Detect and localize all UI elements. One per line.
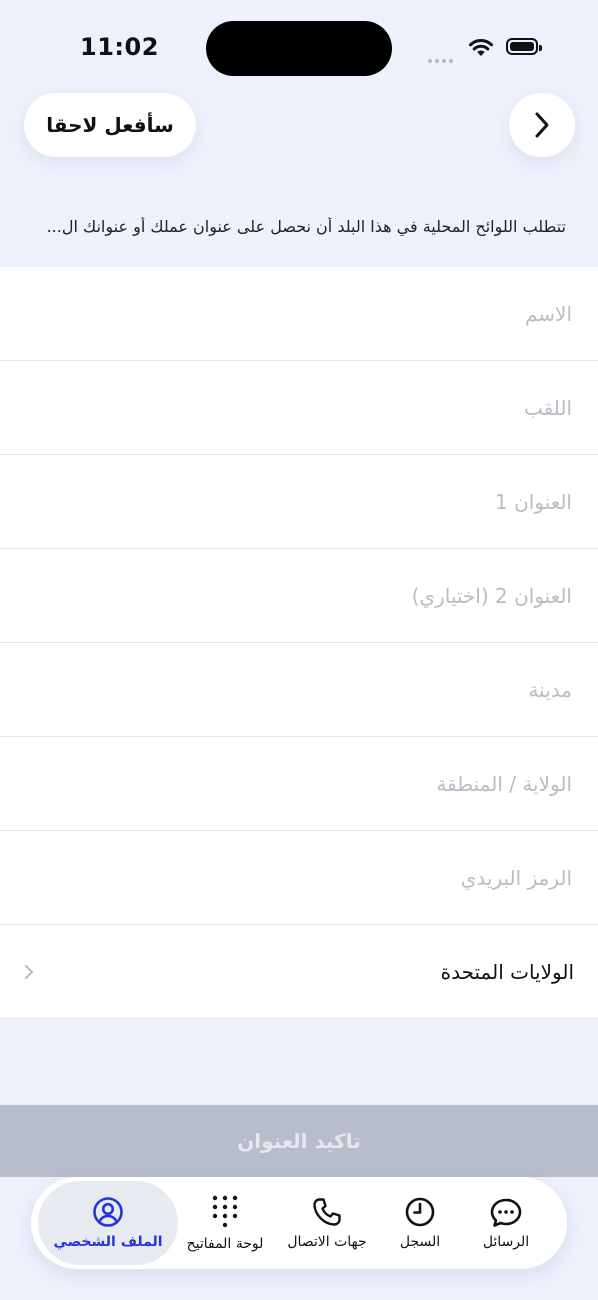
next-button[interactable] — [509, 93, 575, 157]
postal-code-field[interactable] — [30, 864, 574, 891]
chat-bubble-icon — [490, 1198, 522, 1227]
status-time: 11:02 — [80, 33, 159, 61]
clock-icon — [405, 1197, 435, 1227]
last-name-field[interactable] — [30, 394, 574, 421]
regulation-notice: تتطلب اللوائح المحلية في هذا البلد أن نح… — [46, 217, 566, 236]
last-name-row — [0, 361, 598, 455]
address1-row — [0, 455, 598, 549]
tab-history-label: السجل — [399, 1234, 441, 1250]
first-name-field[interactable] — [30, 300, 574, 327]
tab-keypad-label: لوحة المفاتيح — [186, 1236, 264, 1252]
tab-history[interactable]: السجل — [377, 1181, 463, 1265]
country-selector[interactable]: الولايات المتحدة — [0, 925, 598, 1019]
postal-row — [0, 831, 598, 925]
state-field[interactable] — [30, 770, 574, 797]
country-label: الولايات المتحدة — [440, 959, 574, 984]
battery-icon — [506, 38, 542, 55]
dynamic-island — [206, 21, 392, 76]
tab-messages[interactable]: الرسائل — [462, 1181, 550, 1265]
tab-profile-label: الملف الشخصي — [53, 1234, 163, 1250]
tab-profile[interactable]: الملف الشخصي — [38, 1181, 178, 1265]
city-row — [0, 643, 598, 737]
tab-bar: الرسائل السجل جهات الاتصال لوحة المفاتيح… — [31, 1177, 567, 1269]
city-field[interactable] — [30, 676, 574, 703]
keypad-icon — [212, 1195, 238, 1228]
wifi-icon — [469, 39, 493, 56]
tab-messages-label: الرسائل — [482, 1234, 530, 1250]
tab-keypad[interactable]: لوحة المفاتيح — [174, 1181, 276, 1265]
address2-field[interactable] — [30, 582, 574, 609]
address1-field[interactable] — [30, 488, 574, 515]
address2-row — [0, 549, 598, 643]
chevron-right-icon — [25, 964, 33, 979]
first-name-row — [0, 267, 598, 361]
profile-icon — [93, 1197, 123, 1227]
tab-contacts-label: جهات الاتصال — [287, 1234, 367, 1250]
do-it-later-button[interactable]: سأفعل لاحقا — [24, 93, 196, 157]
phone-icon — [313, 1198, 341, 1226]
status-bar: 11:02 — [0, 0, 598, 90]
address-form: الولايات المتحدة — [0, 267, 598, 1019]
chevron-right-icon — [535, 112, 549, 138]
cellular-signal-icon — [428, 48, 456, 67]
confirm-address-button[interactable]: تاكيد العنوان — [0, 1105, 598, 1177]
tab-contacts[interactable]: جهات الاتصال — [279, 1181, 375, 1265]
state-row — [0, 737, 598, 831]
